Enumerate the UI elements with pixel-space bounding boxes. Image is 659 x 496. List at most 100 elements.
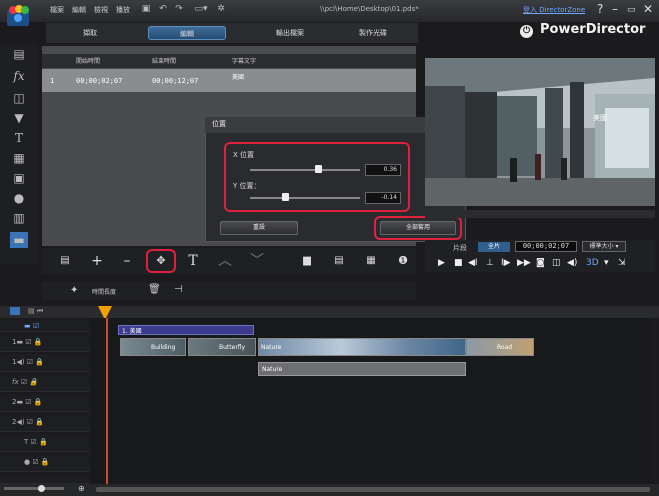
- undo-icon[interactable]: ↶: [158, 4, 168, 14]
- y-position-label: Y 位置：: [233, 182, 261, 190]
- preview-size-dropdown[interactable]: 標準大小 ▾: [582, 241, 626, 252]
- split-icon[interactable]: ⊥: [486, 258, 494, 268]
- row-subtitle-text[interactable]: 美國: [232, 72, 244, 81]
- header-start-time: 開始時間: [76, 58, 101, 65]
- playhead-line: [106, 318, 108, 484]
- redo-icon[interactable]: ↷: [174, 4, 184, 14]
- magic-tools-icon[interactable]: ✦: [70, 285, 78, 296]
- menu-edit[interactable]: 編輯: [72, 5, 86, 15]
- audio-mixing-icon[interactable]: ▣: [10, 170, 28, 186]
- move-down-icon[interactable]: ﹀: [248, 252, 266, 270]
- subtitle-room-icon[interactable]: ▬: [10, 232, 28, 248]
- display-icon[interactable]: ◫: [552, 258, 561, 268]
- tab-edit[interactable]: 編輯: [148, 26, 226, 40]
- clip-mode-button[interactable]: 片段: [453, 243, 467, 253]
- tab-create-disc[interactable]: 製作光碟: [338, 26, 408, 40]
- move-up-icon[interactable]: ︿: [216, 252, 234, 270]
- row-index: 1: [50, 77, 55, 85]
- snapshot-icon[interactable]: ◙: [536, 258, 545, 268]
- fullscreen-icon[interactable]: ⇲: [618, 258, 626, 268]
- apply-all-button[interactable]: 全部套用: [380, 221, 456, 235]
- zoom-in-icon[interactable]: ⊕: [78, 484, 85, 493]
- subtitle-merge-icon[interactable]: ▦: [362, 252, 380, 270]
- help-button[interactable]: ?: [597, 2, 603, 16]
- preview-timecode[interactable]: 00;00;02;07: [515, 241, 577, 252]
- x-position-label: X 位置: [233, 151, 255, 159]
- timeline-clip[interactable]: Butterfly: [188, 338, 256, 356]
- zoom-slider[interactable]: [4, 487, 64, 490]
- y-position-value[interactable]: -0.14: [365, 192, 401, 204]
- media-room-icon[interactable]: ▤: [10, 46, 28, 62]
- track-header-voice: ● ☑ 🔒: [0, 454, 90, 472]
- stop-icon[interactable]: ■: [454, 258, 463, 268]
- x-position-slider[interactable]: [250, 169, 360, 171]
- horizontal-scroll-thumb[interactable]: [96, 487, 650, 492]
- track-header-audio-2: 2◀) ☑ 🔒: [0, 414, 90, 432]
- svg-text:美國: 美國: [593, 113, 607, 122]
- voice-over-icon[interactable]: ●: [10, 190, 28, 206]
- preview-dropdown-icon[interactable]: ▾: [604, 258, 609, 268]
- tab-capture[interactable]: 擷取: [60, 26, 120, 40]
- audio-clip[interactable]: Nature: [258, 362, 466, 376]
- tab-produce[interactable]: 輸出檔案: [250, 26, 330, 40]
- menu-file[interactable]: 檔案: [50, 5, 64, 15]
- track-header-video-2: 2▬ ☑ 🔒: [0, 394, 90, 412]
- reset-button[interactable]: 重設: [220, 221, 298, 235]
- save-icon[interactable]: ▣: [141, 4, 151, 14]
- next-frame-icon[interactable]: Ⅰ▶: [501, 258, 511, 268]
- timeline-ruler[interactable]: [0, 306, 659, 318]
- zoom-slider-knob[interactable]: [38, 485, 45, 492]
- title-room-icon[interactable]: T: [10, 130, 28, 146]
- delete-icon[interactable]: 🗑: [148, 284, 161, 295]
- screen-mode-icon[interactable]: ▭▾: [190, 4, 212, 14]
- play-icon[interactable]: ▶: [438, 258, 445, 268]
- maximize-button[interactable]: ▭: [627, 5, 636, 15]
- subtitle-export-icon[interactable]: ▤: [330, 252, 348, 270]
- 3d-icon[interactable]: 3D: [586, 258, 599, 268]
- effect-room-icon[interactable]: fx: [10, 68, 28, 84]
- particle-room-icon[interactable]: ▼: [10, 110, 28, 126]
- fast-forward-icon[interactable]: ▶▶: [517, 258, 531, 268]
- timeline-clip[interactable]: Nature: [258, 338, 466, 356]
- minimize-button[interactable]: –: [612, 2, 618, 16]
- y-position-slider[interactable]: [250, 197, 360, 199]
- x-slider-knob[interactable]: [315, 165, 323, 173]
- app-logo: [6, 4, 30, 38]
- track-header-fx: fx ☑ 🔒: [0, 374, 90, 392]
- volume-icon[interactable]: ◀): [567, 258, 577, 268]
- position-move-icon[interactable]: ✥: [152, 252, 170, 270]
- timeline-clip[interactable]: Road: [466, 338, 534, 356]
- settings-gear-icon[interactable]: ✲: [216, 4, 226, 14]
- y-slider-knob[interactable]: [282, 193, 290, 201]
- movie-mode-button[interactable]: 全片: [478, 242, 510, 252]
- chapter-room-icon[interactable]: ▥: [10, 210, 28, 226]
- storyboard-view-icon[interactable]: [10, 307, 20, 315]
- title-clip[interactable]: 1. 美國: [118, 325, 254, 335]
- remove-subtitle-icon[interactable]: –: [118, 252, 136, 270]
- menu-view[interactable]: 檢視: [94, 5, 108, 15]
- dialog-title: 位置: [212, 120, 226, 128]
- track-header-audio-1: 1◀) ☑ 🔒: [0, 354, 90, 372]
- close-button[interactable]: ✕: [643, 2, 653, 16]
- text-format-icon[interactable]: T: [184, 252, 202, 270]
- add-subtitle-icon[interactable]: +: [88, 252, 106, 270]
- menu-play[interactable]: 播放: [116, 5, 130, 15]
- track-header-chapter: ▬ ☑: [0, 320, 90, 332]
- timeline-clip[interactable]: Building: [120, 338, 186, 356]
- row-start-time[interactable]: 00;00;02;07: [76, 77, 122, 85]
- fit-duration-button[interactable]: 時間長度: [92, 287, 116, 296]
- folder-icon[interactable]: ▆: [298, 252, 316, 270]
- pip-room-icon[interactable]: ◫: [10, 90, 28, 106]
- x-position-value[interactable]: 0.36: [365, 164, 401, 176]
- login-link[interactable]: 登入 DirectorZone: [523, 5, 585, 15]
- track-header-title: T ☑ 🔒: [0, 434, 90, 452]
- previous-frame-icon[interactable]: ◀Ⅰ: [468, 258, 478, 268]
- timeline-view-icon[interactable]: ▤ ⏮: [28, 307, 43, 316]
- transition-room-icon[interactable]: ▦: [10, 150, 28, 166]
- preview-seekbar[interactable]: [425, 210, 655, 218]
- info-icon[interactable]: ❶: [394, 252, 412, 270]
- import-subtitle-icon[interactable]: ▤: [56, 252, 74, 270]
- mark-in-icon[interactable]: ⊣: [174, 284, 183, 295]
- row-end-time[interactable]: 00;00;12;07: [152, 77, 198, 85]
- project-path: \\pcl\Home\Desktop\01.pds*: [320, 5, 419, 13]
